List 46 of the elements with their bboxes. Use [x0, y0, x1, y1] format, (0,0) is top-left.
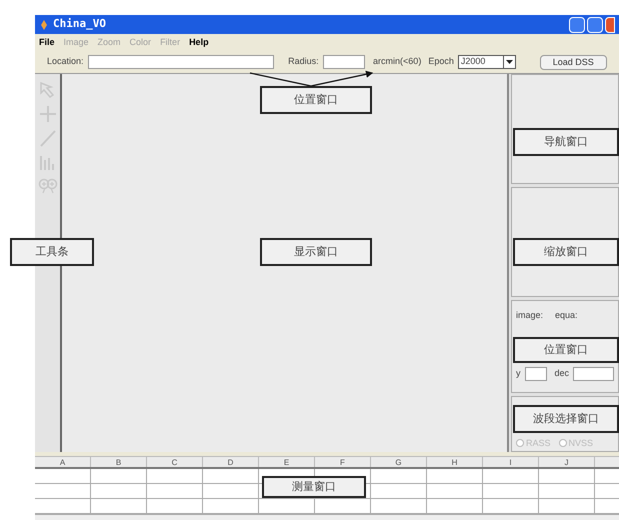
epoch-label: Epoch: [428, 55, 454, 68]
plus-icon[interactable]: [38, 104, 58, 124]
y-field[interactable]: [524, 366, 546, 380]
epoch-dropdown[interactable]: J2000: [458, 55, 516, 69]
column-header[interactable]: J: [539, 457, 595, 467]
column-header[interactable]: F: [315, 457, 371, 467]
load-dss-button[interactable]: Load DSS: [540, 54, 607, 70]
callout-tooltip: 缩放窗口: [513, 238, 619, 266]
close-button[interactable]: [605, 16, 615, 32]
location-field[interactable]: [88, 55, 274, 69]
dec-field[interactable]: [573, 366, 614, 380]
image-label: image:: [516, 309, 544, 322]
column-header[interactable]: G: [371, 457, 427, 467]
minimize-button[interactable]: [569, 16, 585, 32]
radius-unit-label: arcmin(<60): [373, 55, 422, 68]
horizontal-scrollbar[interactable]: [35, 514, 619, 520]
radio-button[interactable]: [558, 439, 567, 448]
callout-tooltip: 显示窗口: [260, 238, 372, 266]
radio-button[interactable]: [516, 439, 524, 448]
dec-label: dec: [554, 366, 570, 380]
menu-item[interactable]: Help: [189, 36, 209, 50]
menu-item[interactable]: File: [39, 36, 55, 50]
callout-tooltip: 测量窗口: [262, 476, 366, 498]
column-header[interactable]: B: [91, 457, 147, 467]
column-header[interactable]: I: [483, 457, 539, 467]
maximize-button[interactable]: [587, 16, 603, 32]
radius-field[interactable]: [322, 55, 366, 69]
column-header[interactable]: D: [203, 457, 259, 467]
line-icon[interactable]: [38, 128, 58, 148]
app-icon: [39, 18, 49, 30]
radius-label: Radius:: [288, 55, 319, 68]
y-label: y: [516, 366, 520, 380]
column-header[interactable]: C: [147, 457, 203, 467]
caret-icon: [506, 60, 513, 64]
window-title: China_VO: [53, 16, 106, 32]
callout-tooltip: 工具条: [10, 238, 94, 266]
callout-tooltip: 位置窗口: [513, 337, 619, 363]
callout-tooltip: 导航窗口: [513, 128, 619, 156]
callout-tooltip: 位置窗口: [260, 86, 372, 114]
equa-label: equa:: [555, 309, 578, 322]
column-header[interactable]: A: [35, 457, 91, 467]
column-header[interactable]: E: [259, 457, 315, 467]
callout-tooltip: 波段选择窗口: [513, 405, 619, 433]
zoom-icon[interactable]: [38, 176, 58, 196]
location-label: Location:: [47, 55, 84, 68]
column-header[interactable]: H: [427, 457, 483, 467]
